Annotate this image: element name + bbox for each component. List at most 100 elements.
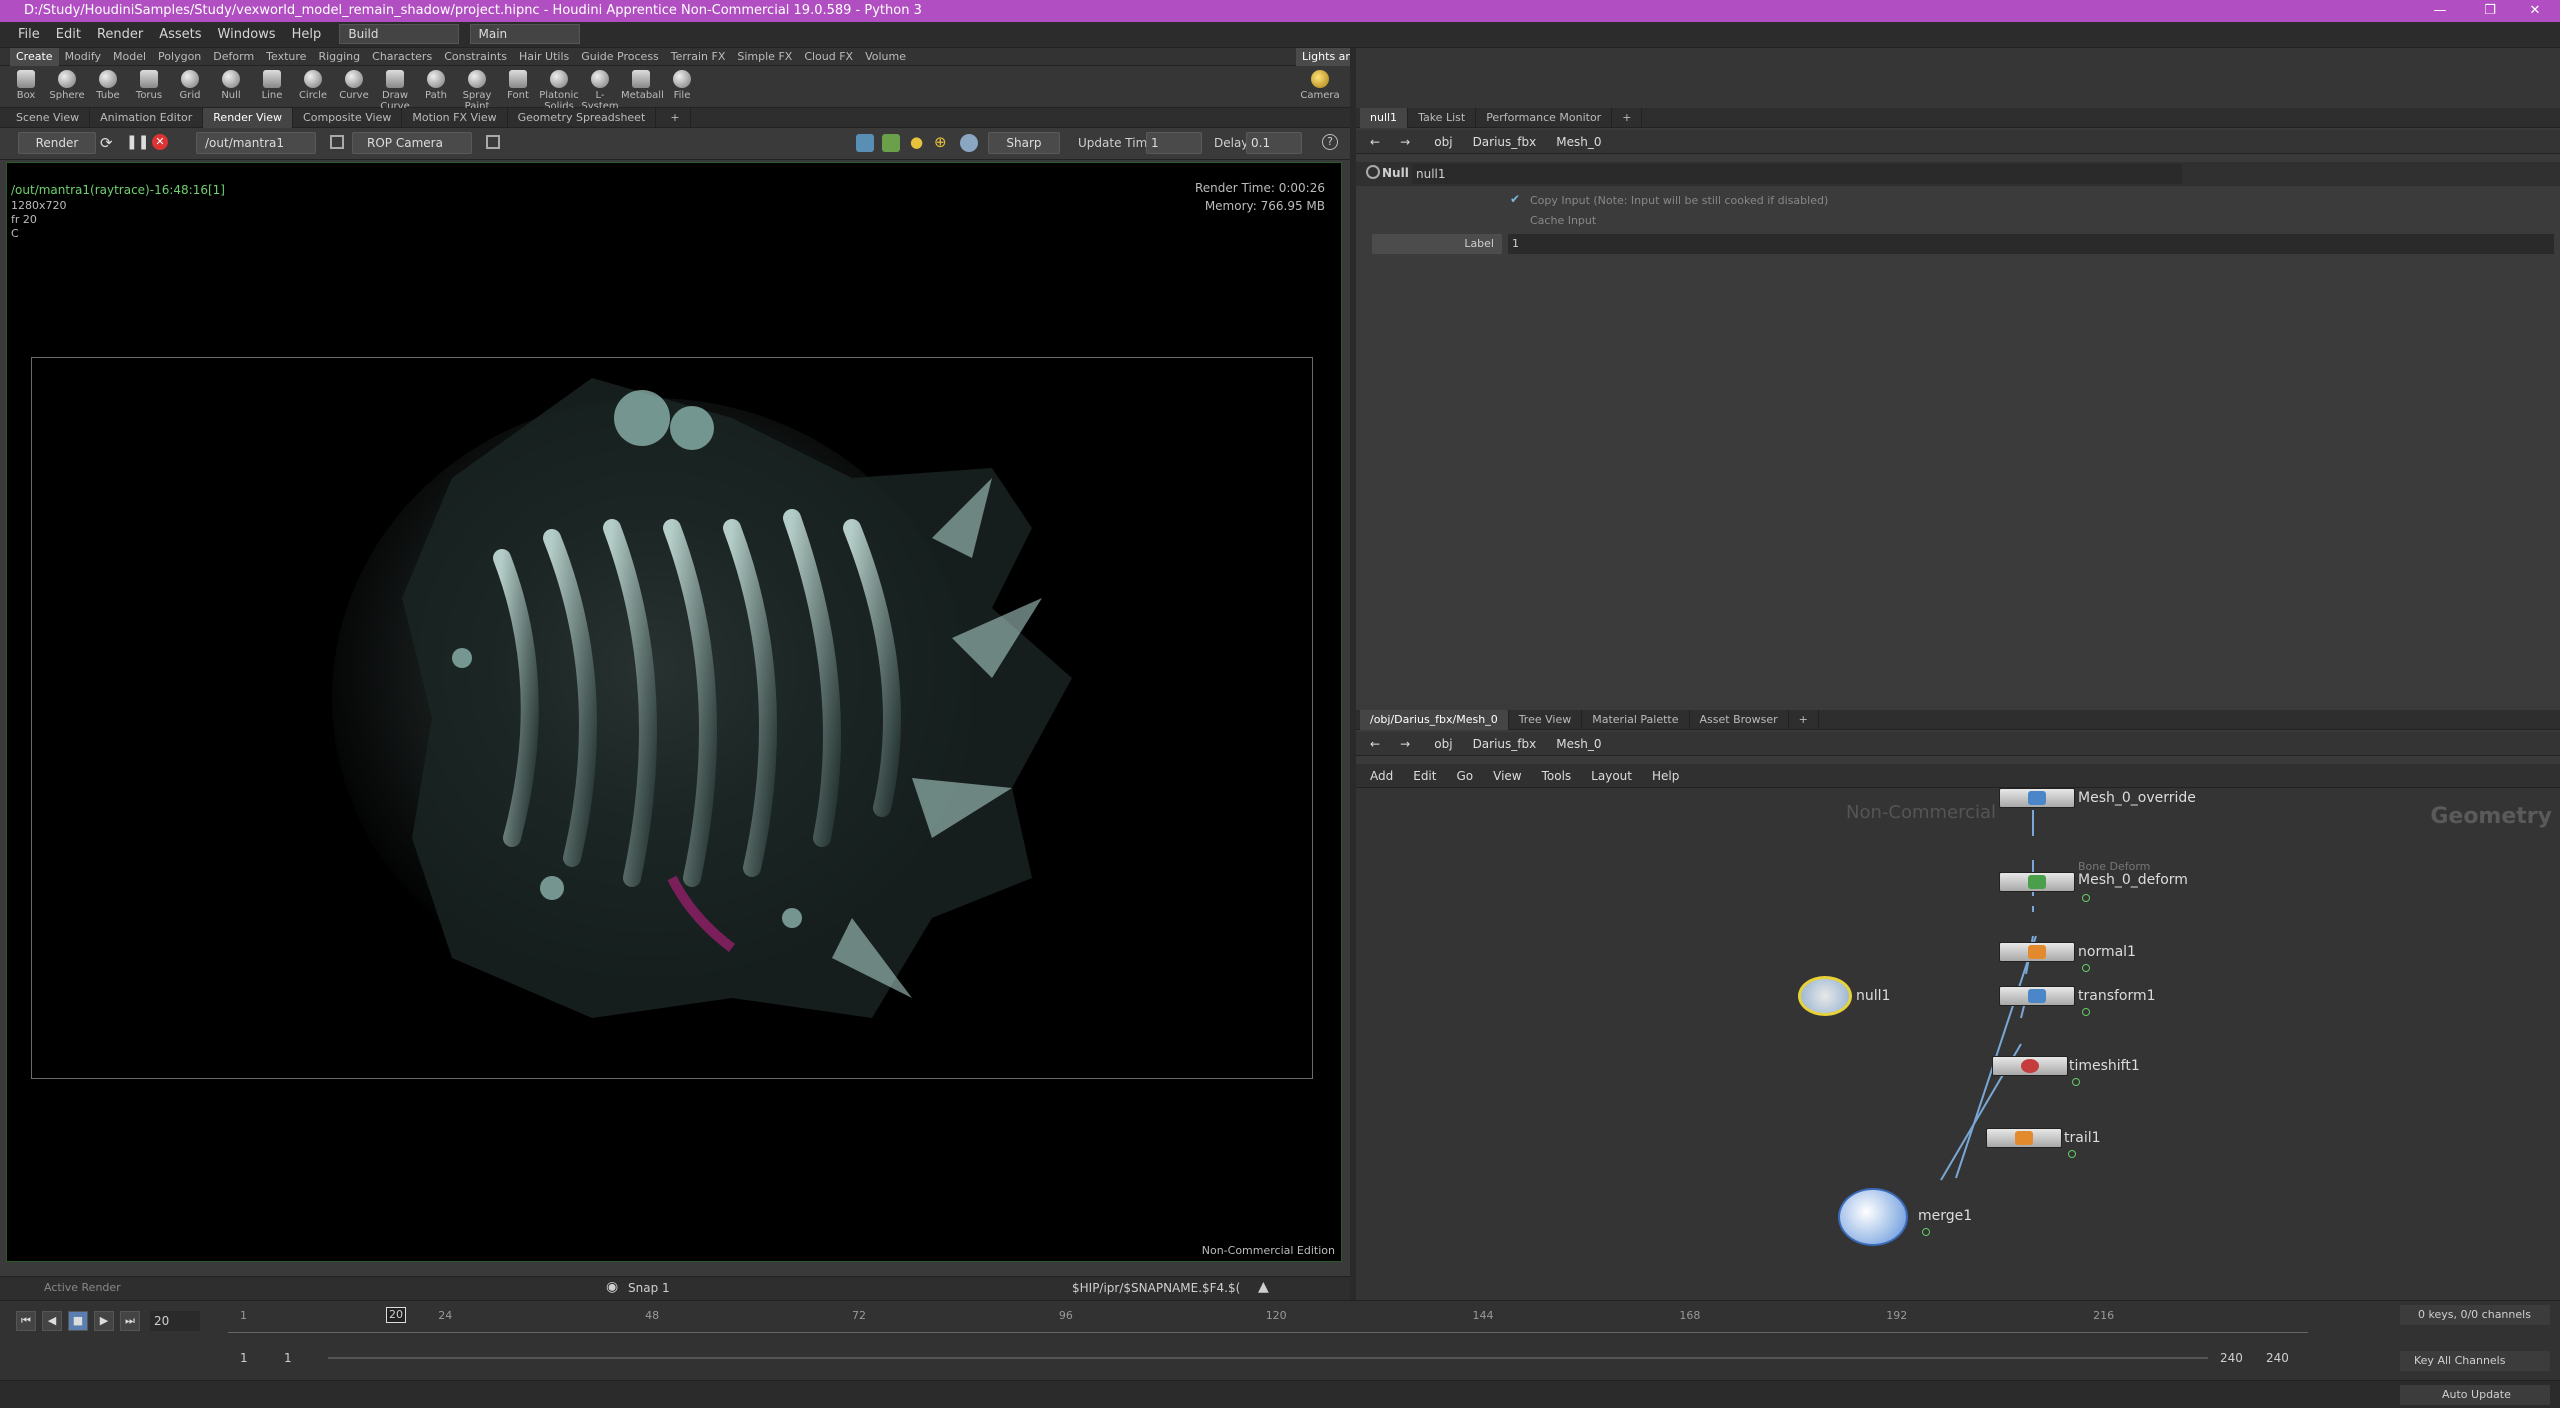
region-select-icon[interactable] bbox=[856, 134, 874, 152]
tab-animation-editor[interactable]: Animation Editor bbox=[90, 108, 204, 128]
node-null1[interactable] bbox=[1798, 976, 1852, 1016]
range-start-visible[interactable]: 1 bbox=[284, 1351, 292, 1365]
tool-torus[interactable]: Torus bbox=[129, 66, 169, 108]
play-button[interactable]: ▶ bbox=[94, 1311, 114, 1331]
rop-path-select[interactable]: /out/mantra1 bbox=[196, 132, 316, 154]
delay-field[interactable]: 0.1 bbox=[1246, 132, 1302, 154]
tab-asset-browser[interactable]: Asset Browser bbox=[1690, 710, 1789, 730]
render-button[interactable]: Render bbox=[18, 132, 96, 154]
current-frame-field[interactable]: 20 bbox=[150, 1311, 200, 1331]
tab-render-view[interactable]: Render View bbox=[203, 108, 294, 128]
jump-end-button[interactable]: ⏭ bbox=[120, 1311, 140, 1331]
path-obj[interactable]: obj bbox=[1424, 130, 1462, 154]
range-end-visible[interactable]: 240 bbox=[2220, 1351, 2243, 1365]
minimize-button[interactable]: — bbox=[2420, 0, 2460, 22]
node-name-field[interactable]: null1 bbox=[1412, 164, 2182, 184]
update-time-field[interactable]: 1 bbox=[1146, 132, 1202, 154]
tool-tube[interactable]: Tube bbox=[88, 66, 128, 108]
net-forward-icon[interactable]: → bbox=[1390, 732, 1420, 756]
menu-assets[interactable]: Assets bbox=[151, 22, 209, 48]
net-menu-go[interactable]: Go bbox=[1446, 764, 1483, 788]
tool-sphere[interactable]: Sphere bbox=[47, 66, 87, 108]
preview-icon[interactable] bbox=[882, 134, 900, 152]
refresh-icon[interactable]: ⟳ bbox=[100, 134, 113, 152]
maximize-button[interactable]: ❐ bbox=[2470, 0, 2510, 22]
label-param-field[interactable]: 1 bbox=[1508, 234, 2554, 254]
net-menu-help[interactable]: Help bbox=[1642, 764, 1689, 788]
net-back-icon[interactable]: ← bbox=[1360, 732, 1390, 756]
stop-render-icon[interactable]: ✕ bbox=[152, 134, 168, 150]
rop-link-icon[interactable] bbox=[330, 135, 344, 149]
tab-take-list[interactable]: Take List bbox=[1408, 108, 1477, 128]
shelf-tab-rigging[interactable]: Rigging bbox=[312, 48, 366, 66]
tool-file[interactable]: File bbox=[662, 66, 702, 108]
shelf-tab-volume[interactable]: Volume bbox=[859, 48, 912, 66]
pin-icon[interactable]: ● bbox=[910, 133, 923, 151]
tool-platonic-solids[interactable]: Platonic Solids bbox=[539, 66, 579, 112]
help-icon[interactable]: ? bbox=[1322, 134, 1338, 150]
auto-update-select[interactable]: Auto Update bbox=[2400, 1385, 2550, 1405]
tool-l-system[interactable]: L-System bbox=[580, 66, 620, 112]
net-path-darius-fbx[interactable]: Darius_fbx bbox=[1463, 732, 1547, 756]
tool-camera[interactable]: Camera bbox=[1296, 66, 1344, 108]
shelf-tab-characters[interactable]: Characters bbox=[366, 48, 438, 66]
range-start[interactable]: 1 bbox=[240, 1351, 248, 1365]
shelf-tab-model[interactable]: Model bbox=[107, 48, 152, 66]
shelf-tab-texture[interactable]: Texture bbox=[260, 48, 312, 66]
lock-icon[interactable]: ▲ bbox=[1258, 1279, 1269, 1295]
tool-null[interactable]: Null bbox=[211, 66, 251, 108]
shelf-tab-cloud-fx[interactable]: Cloud FX bbox=[798, 48, 859, 66]
tab-tree-view[interactable]: Tree View bbox=[1509, 710, 1583, 730]
net-path-mesh-0[interactable]: Mesh_0 bbox=[1546, 732, 1611, 756]
node-trail1[interactable] bbox=[1986, 1128, 2062, 1148]
shelf-tab-hair-utils[interactable]: Hair Utils bbox=[513, 48, 575, 66]
add-params-tab-button[interactable]: + bbox=[1612, 108, 1643, 128]
range-slider[interactable] bbox=[328, 1357, 2208, 1359]
shelf-tab-constraints[interactable]: Constraints bbox=[438, 48, 513, 66]
menu-file[interactable]: File bbox=[10, 22, 48, 48]
tab-motion-fx-view[interactable]: Motion FX View bbox=[402, 108, 508, 128]
tab-network-path[interactable]: /obj/Darius_fbx/Mesh_0 bbox=[1360, 710, 1509, 730]
tab-null1[interactable]: null1 bbox=[1360, 108, 1409, 128]
net-menu-layout[interactable]: Layout bbox=[1581, 764, 1642, 788]
active-render-select[interactable]: Active Render bbox=[44, 1281, 121, 1294]
node-mesh-0-deform[interactable] bbox=[1999, 872, 2075, 892]
range-end[interactable]: 240 bbox=[2266, 1351, 2289, 1365]
stop-button[interactable]: ■ bbox=[68, 1311, 88, 1331]
shelf-tab-modify[interactable]: Modify bbox=[59, 48, 107, 66]
tab-material-palette[interactable]: Material Palette bbox=[1582, 710, 1690, 730]
back-icon[interactable]: ← bbox=[1360, 130, 1390, 154]
shelf-tab-deform[interactable]: Deform bbox=[207, 48, 260, 66]
path-mesh-0[interactable]: Mesh_0 bbox=[1546, 130, 1611, 154]
add-tab-button[interactable]: + bbox=[660, 108, 691, 128]
net-menu-add[interactable]: Add bbox=[1360, 764, 1403, 788]
snapshot-icon[interactable]: ◉ bbox=[606, 1279, 618, 1295]
menu-windows[interactable]: Windows bbox=[210, 22, 284, 48]
tab-composite-view[interactable]: Composite View bbox=[293, 108, 403, 128]
snap-path[interactable]: $HIP/ipr/$SNAPNAME.$F4.$( bbox=[1072, 1281, 1240, 1295]
color-correct-icon[interactable] bbox=[960, 134, 978, 152]
pause-icon[interactable]: ❚❚ bbox=[126, 134, 149, 150]
shelf-tab-guide-process[interactable]: Guide Process bbox=[575, 48, 665, 66]
tool-metaball[interactable]: Metaball bbox=[621, 66, 664, 108]
copy-input-checkbox[interactable]: ✔ bbox=[1510, 192, 1520, 206]
node-merge1[interactable] bbox=[1838, 1188, 1908, 1246]
menu-edit[interactable]: Edit bbox=[48, 22, 89, 48]
zoom-icon[interactable]: ⊕ bbox=[934, 133, 947, 151]
tool-box[interactable]: Box bbox=[6, 66, 46, 108]
tool-spray-paint[interactable]: Spray Paint bbox=[457, 66, 497, 112]
menu-help[interactable]: Help bbox=[284, 22, 330, 48]
key-all-channels-button[interactable]: Key All Channels bbox=[2400, 1351, 2550, 1371]
tool-path[interactable]: Path bbox=[416, 66, 456, 108]
context-select[interactable]: Main bbox=[469, 24, 580, 44]
add-network-tab-button[interactable]: + bbox=[1789, 710, 1819, 730]
quality-select[interactable]: Sharp bbox=[988, 132, 1060, 154]
tool-font[interactable]: Font bbox=[498, 66, 538, 108]
network-editor[interactable]: Non-Commercial Geometry Mesh_0_override … bbox=[1356, 788, 2560, 1300]
node-mesh-0-override[interactable] bbox=[1999, 788, 2075, 808]
jump-start-button[interactable]: ⏮ bbox=[16, 1311, 36, 1331]
net-menu-view[interactable]: View bbox=[1483, 764, 1531, 788]
tool-line[interactable]: Line bbox=[252, 66, 292, 108]
camera-select[interactable]: ROP Camera bbox=[352, 132, 472, 154]
forward-icon[interactable]: → bbox=[1390, 130, 1420, 154]
